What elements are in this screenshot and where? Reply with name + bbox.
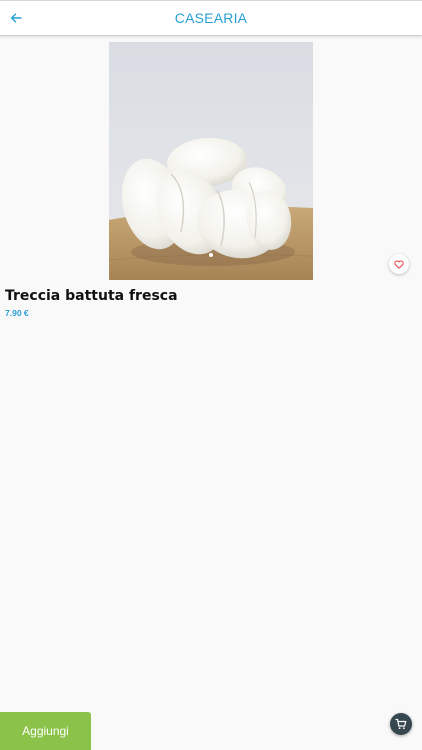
cart-icon	[395, 718, 407, 730]
cart-button[interactable]	[390, 713, 412, 735]
product-name: Treccia battuta fresca	[5, 288, 178, 304]
favorite-button[interactable]	[389, 254, 409, 274]
heart-outline-icon	[394, 259, 404, 269]
pagination-dot-active[interactable]	[209, 253, 213, 257]
add-to-cart-button[interactable]: Aggiungi	[0, 712, 91, 750]
braided-cheese-photo	[109, 42, 313, 280]
page-title: CASEARIA	[174, 10, 248, 26]
product-price: 7.90 €	[5, 308, 29, 318]
product-image[interactable]	[109, 42, 313, 280]
app-header: CASEARIA	[0, 0, 422, 36]
add-button-label: Aggiungi	[22, 724, 69, 738]
image-pagination[interactable]	[109, 253, 313, 257]
